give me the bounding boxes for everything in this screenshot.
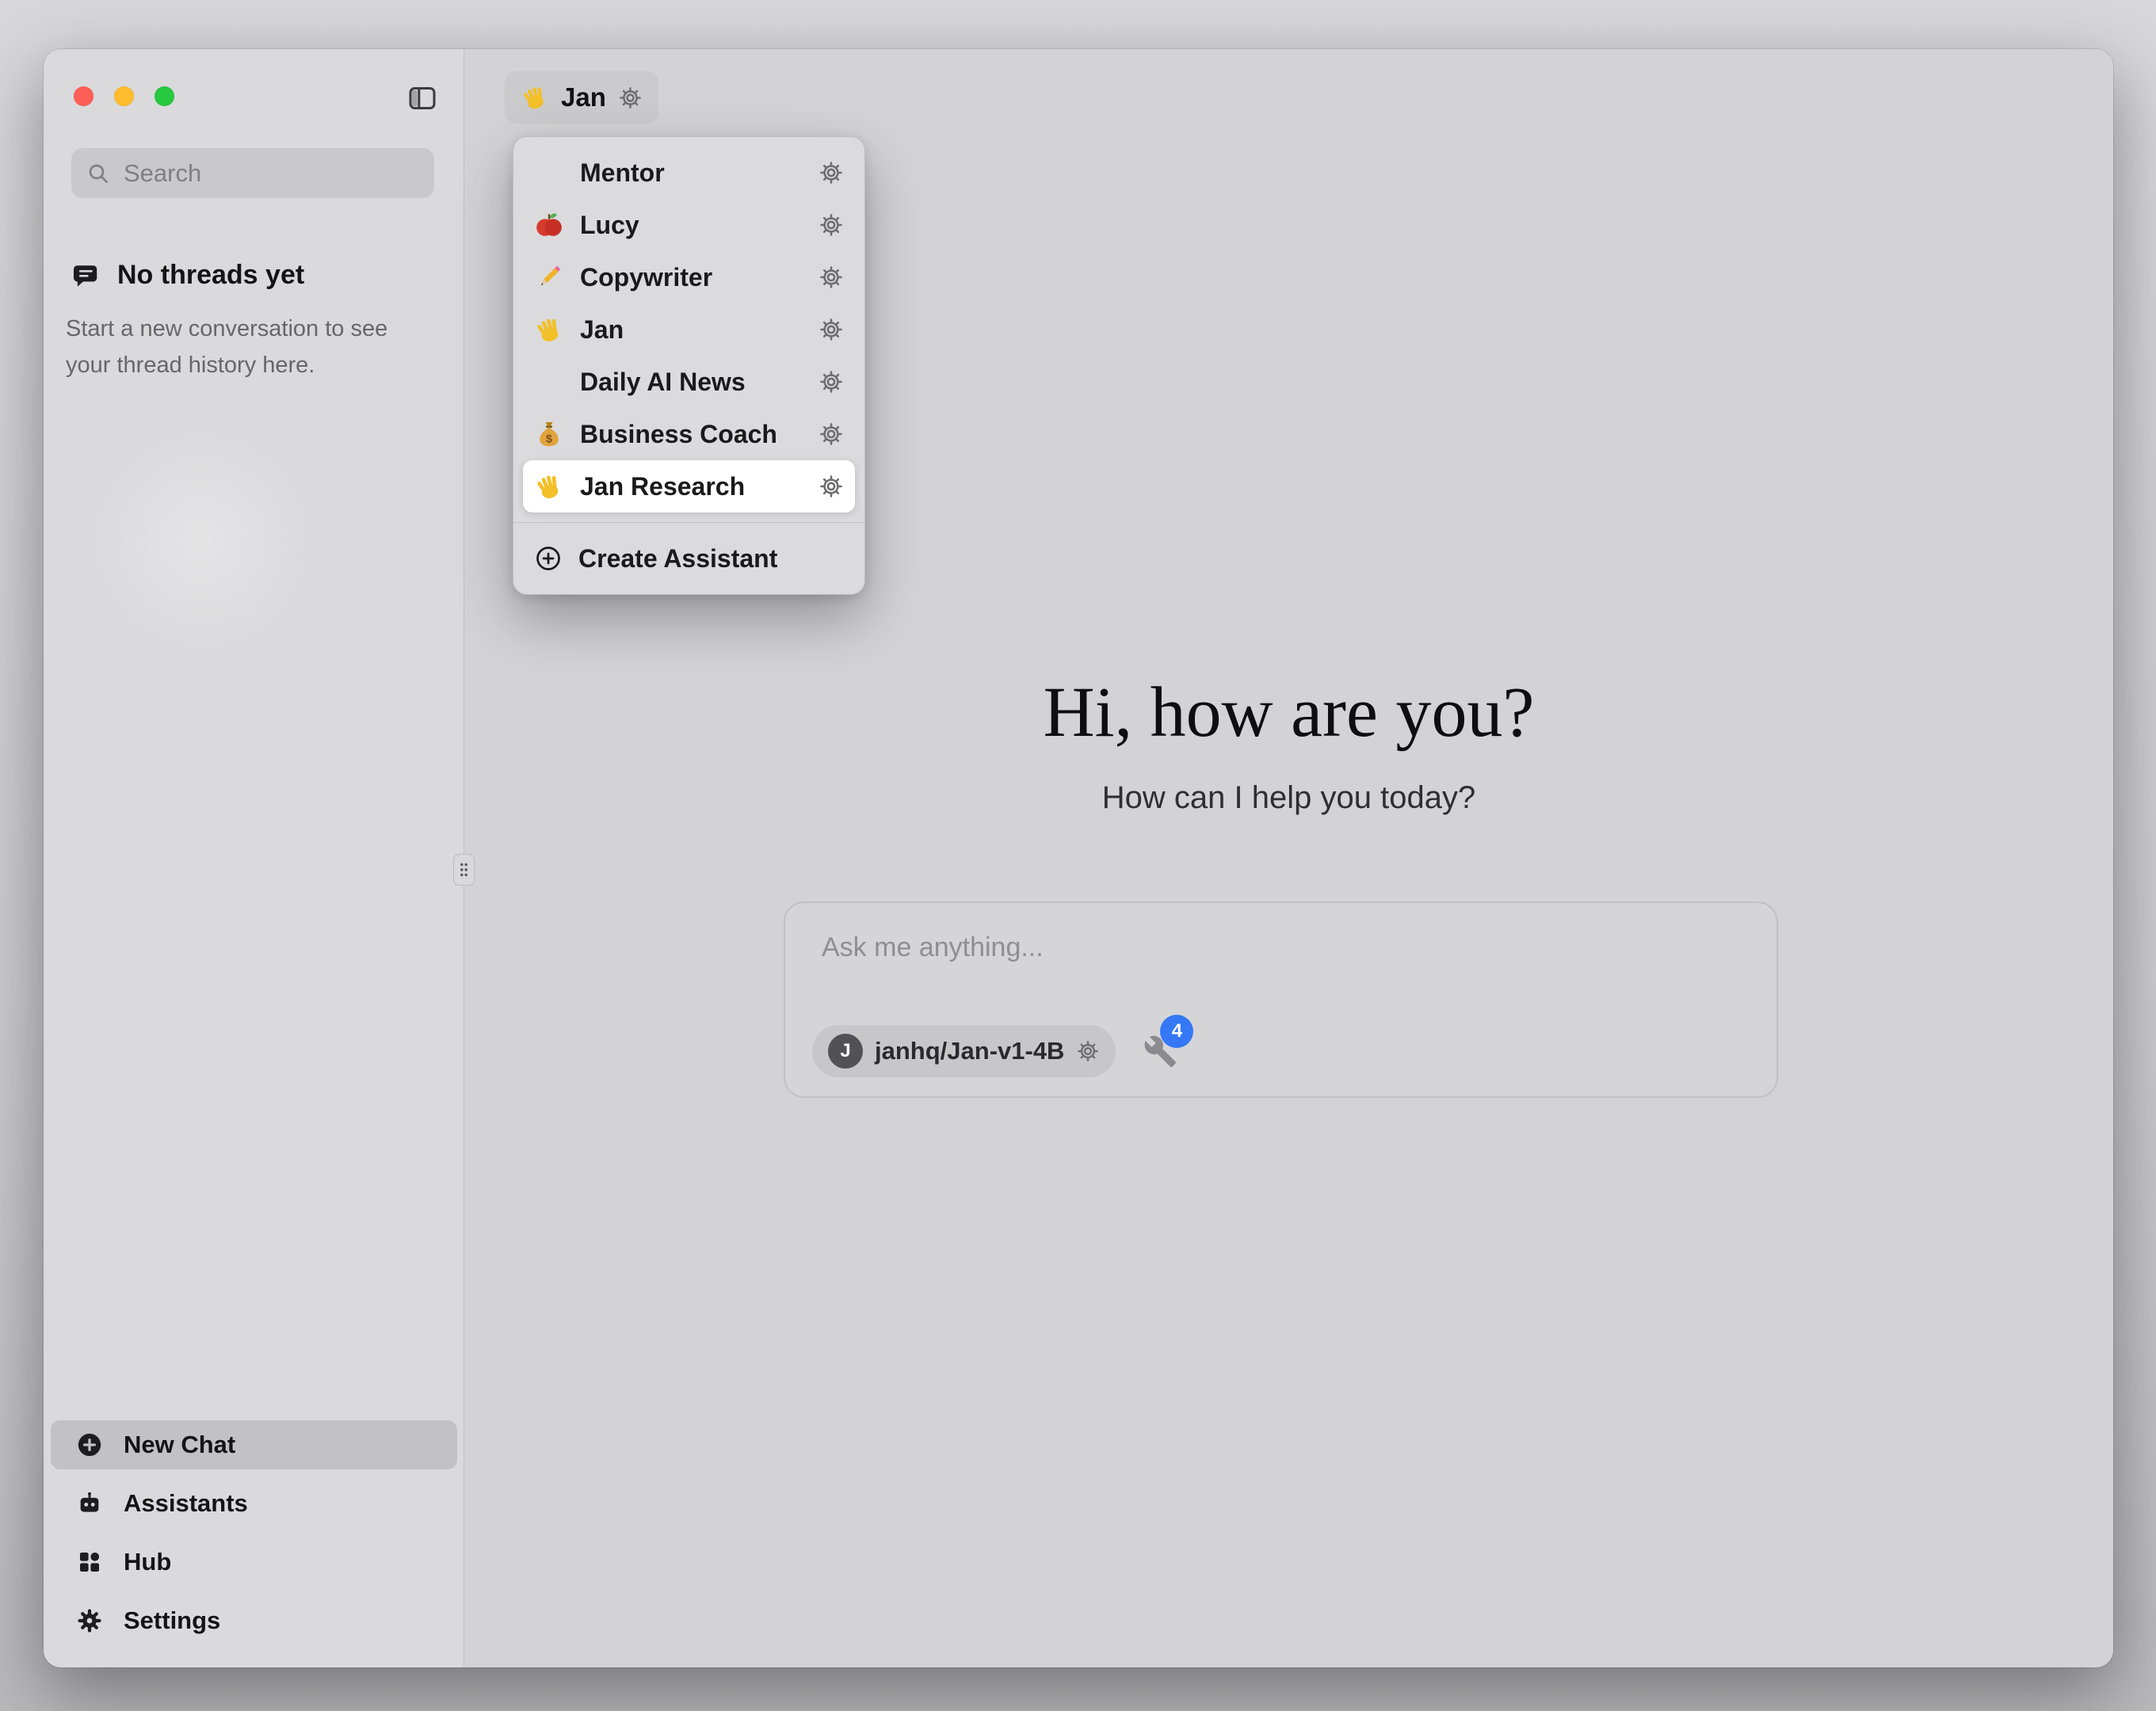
orange-circle-icon xyxy=(534,158,564,188)
minimize-window-button[interactable] xyxy=(114,86,134,106)
plus-outline-icon xyxy=(534,544,563,573)
assistant-menu-item-label: Jan xyxy=(580,315,803,345)
drag-dots-icon xyxy=(459,861,469,878)
model-name: janhq/Jan-v1-4B xyxy=(875,1037,1064,1065)
menu-divider xyxy=(513,522,864,523)
empty-state-title-row: No threads yet xyxy=(71,260,304,291)
gear-icon[interactable] xyxy=(819,474,844,499)
assistant-menu-item-business-coach[interactable]: Business Coach xyxy=(523,408,855,460)
search-icon xyxy=(86,161,111,186)
yellow-circle-icon xyxy=(534,367,564,397)
greeting: Hi, how are you? How can I help you toda… xyxy=(464,672,2113,816)
sidebar-item-settings[interactable]: Settings xyxy=(51,1596,457,1645)
search-input[interactable] xyxy=(122,158,420,189)
assistant-menu: Mentor Lucy Copywriter Jan Daily AI xyxy=(513,136,865,595)
assistant-menu-item-mentor[interactable]: Mentor xyxy=(523,147,855,199)
gear-icon[interactable] xyxy=(819,160,844,185)
gear-icon[interactable] xyxy=(819,421,844,447)
assistant-menu-item-label: Lucy xyxy=(580,211,803,240)
gear-icon xyxy=(76,1607,103,1634)
sidebar-item-label: Assistants xyxy=(124,1489,248,1518)
sidebar-item-label: Hub xyxy=(124,1548,171,1576)
composer-toolbar: J janhq/Jan-v1-4B 4 xyxy=(812,1025,1177,1077)
sidebar-item-hub[interactable]: Hub xyxy=(51,1538,457,1587)
sidebar-item-assistants[interactable]: Assistants xyxy=(51,1479,457,1528)
traffic-lights xyxy=(74,86,174,106)
sidebar-item-label: New Chat xyxy=(124,1431,235,1459)
apple-icon xyxy=(534,210,564,240)
assistant-menu-item-jan-research[interactable]: Jan Research xyxy=(523,460,855,513)
plus-circle-icon xyxy=(76,1431,103,1458)
zoom-window-button[interactable] xyxy=(155,86,174,106)
chat-composer[interactable]: J janhq/Jan-v1-4B 4 xyxy=(784,901,1778,1098)
create-assistant-label: Create Assistant xyxy=(578,544,777,574)
pencil-icon xyxy=(534,262,564,292)
gear-icon[interactable] xyxy=(819,212,844,238)
current-assistant-name: Jan xyxy=(561,82,606,112)
gear-icon[interactable] xyxy=(618,86,643,110)
money-bag-icon xyxy=(534,419,564,449)
empty-state-title: No threads yet xyxy=(117,260,304,291)
sidebar-toggle-icon[interactable] xyxy=(406,82,438,114)
sidebar-item-label: Settings xyxy=(124,1606,220,1635)
wave-icon xyxy=(521,83,549,112)
assistant-menu-item-lucy[interactable]: Lucy xyxy=(523,199,855,251)
tools-count-badge: 4 xyxy=(1160,1015,1193,1048)
gear-icon[interactable] xyxy=(819,265,844,290)
greeting-subtitle: How can I help you today? xyxy=(464,780,2113,816)
sidebar-nav: New Chat Assistants Hub Settings xyxy=(51,1420,457,1645)
tools-button[interactable]: 4 xyxy=(1143,1034,1177,1069)
app-window: No threads yet Start a new conversation … xyxy=(44,49,2113,1667)
gear-icon[interactable] xyxy=(819,317,844,342)
main-area: Jan Mentor Lucy Copywriter Ja xyxy=(464,49,2113,1667)
model-selector[interactable]: J janhq/Jan-v1-4B xyxy=(812,1025,1116,1077)
assistant-menu-item-label: Daily AI News xyxy=(580,368,803,397)
assistant-menu-item-jan[interactable]: Jan xyxy=(523,303,855,356)
create-assistant-button[interactable]: Create Assistant xyxy=(523,532,855,585)
gear-icon[interactable] xyxy=(1076,1039,1100,1063)
assistant-menu-item-copywriter[interactable]: Copywriter xyxy=(523,251,855,303)
wave-icon xyxy=(534,314,564,345)
wave-icon xyxy=(534,471,564,501)
assistant-menu-item-label: Mentor xyxy=(580,158,803,188)
close-window-button[interactable] xyxy=(74,86,93,106)
assistant-selector-button[interactable]: Jan xyxy=(505,71,658,124)
assistant-menu-item-daily-ai-news[interactable]: Daily AI News xyxy=(523,356,855,408)
search-field[interactable] xyxy=(71,148,434,198)
hub-grid-icon xyxy=(76,1549,103,1576)
chat-bubble-icon xyxy=(71,261,100,290)
assistant-menu-item-label: Copywriter xyxy=(580,263,803,292)
greeting-title: Hi, how are you? xyxy=(464,672,2113,753)
sidebar-resize-handle[interactable] xyxy=(453,854,475,886)
assistant-menu-item-label: Jan Research xyxy=(580,472,803,501)
empty-state-description: Start a new conversation to see your thr… xyxy=(66,311,430,383)
assistant-menu-item-label: Business Coach xyxy=(580,420,803,449)
gear-icon[interactable] xyxy=(819,369,844,394)
chat-input[interactable] xyxy=(820,932,1742,964)
sidebar-item-new-chat[interactable]: New Chat xyxy=(51,1420,457,1469)
model-badge: J xyxy=(828,1034,863,1069)
sidebar: No threads yet Start a new conversation … xyxy=(44,49,464,1667)
assistant-robot-icon xyxy=(76,1490,103,1517)
